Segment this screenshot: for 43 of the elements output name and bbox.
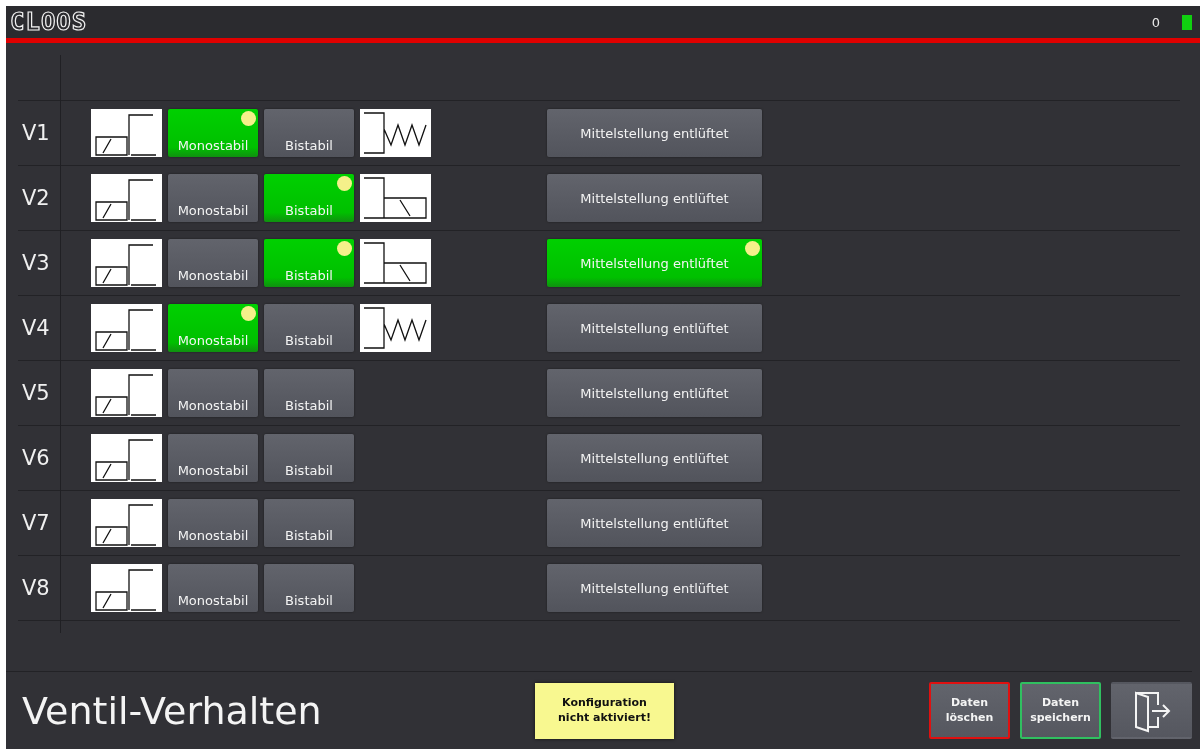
mode-button[interactable]: Monostabil <box>168 369 258 417</box>
valve-label: V4 <box>21 316 51 340</box>
warning-banner: Konfiguration nicht aktiviert! <box>535 682 674 739</box>
valve-label: V7 <box>21 511 51 535</box>
valve-symbol-icon <box>91 434 162 482</box>
center-position-button[interactable]: Mittelstellung entlüftet <box>547 499 762 547</box>
save-data-button[interactable]: Daten speichern <box>1020 682 1101 739</box>
valve-label: V1 <box>21 121 51 145</box>
mode-button[interactable]: Bistabil <box>264 499 354 547</box>
valve-symbol-icon <box>91 369 162 417</box>
valve-symbol-icon <box>91 239 162 287</box>
mode-button[interactable]: Monostabil <box>168 564 258 612</box>
center-position-button[interactable]: Mittelstellung entlüftet <box>547 109 762 157</box>
mode-button[interactable]: Monostabil <box>168 239 258 287</box>
valve-symbol-icon <box>91 174 162 222</box>
page-title: Ventil-Verhalten <box>22 688 323 733</box>
status-indicator <box>1182 14 1192 30</box>
mode-button[interactable]: Monostabil <box>168 434 258 482</box>
exit-button[interactable] <box>1111 682 1192 739</box>
mode-button[interactable]: Bistabil <box>264 109 354 157</box>
valve-label: V8 <box>21 576 51 600</box>
valve-label: V5 <box>21 381 51 405</box>
center-position-button[interactable]: Mittelstellung entlüftet <box>547 434 762 482</box>
center-position-button[interactable]: Mittelstellung entlüftet <box>547 174 762 222</box>
delete-data-button[interactable]: Daten löschen <box>929 682 1010 739</box>
center-position-button[interactable]: Mittelstellung entlüftet <box>547 304 762 352</box>
mode-button[interactable]: Monostabil <box>168 174 258 222</box>
mode-button[interactable]: Bistabil <box>264 434 354 482</box>
valve-symbol-icon <box>91 564 162 612</box>
valve-label: V3 <box>21 251 51 275</box>
mode-button[interactable]: Bistabil <box>264 304 354 352</box>
valve-label: V6 <box>21 446 51 470</box>
valve-label: V2 <box>21 186 51 210</box>
mode-button[interactable]: Bistabil <box>264 369 354 417</box>
center-position-button[interactable]: Mittelstellung entlüftet <box>547 564 762 612</box>
logo: CLOOS <box>10 8 88 36</box>
center-position-button[interactable]: Mittelstellung entlüftet <box>547 369 762 417</box>
valve-symbol-icon <box>91 304 162 352</box>
counter: 0 <box>1151 14 1160 30</box>
valve-symbol-icon <box>91 499 162 547</box>
mode-button[interactable]: Bistabil <box>264 564 354 612</box>
valve-symbol-icon <box>91 109 162 157</box>
mode-button[interactable]: Monostabil <box>168 499 258 547</box>
